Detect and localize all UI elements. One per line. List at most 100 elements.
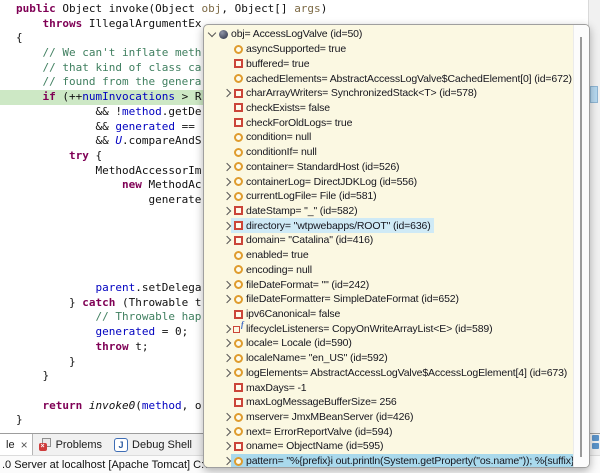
variable-label: encoding= null <box>245 264 315 276</box>
variable-inspection-popup: obj= AccessLogValve (id=50) asyncSupporte… <box>203 24 590 468</box>
variable-row[interactable]: charArrayWriters= SynchronizedStack<T> (… <box>204 86 573 101</box>
chevron-right-icon[interactable] <box>222 280 230 288</box>
protected-field-icon <box>234 295 243 304</box>
expand-area <box>222 296 231 302</box>
variable-row[interactable]: asyncSupported= true <box>204 42 573 57</box>
java-console-icon <box>114 438 128 452</box>
private-field-icon <box>234 89 243 98</box>
chevron-right-icon[interactable] <box>222 428 230 436</box>
tab-label: Problems <box>56 439 102 451</box>
close-icon[interactable]: × <box>21 438 28 452</box>
tab-label: Debug Shell <box>132 439 192 451</box>
chevron-right-icon[interactable] <box>222 89 230 97</box>
chevron-right-icon[interactable] <box>222 324 230 332</box>
minimized-view-marks[interactable] <box>592 435 599 449</box>
protected-field-icon <box>234 192 243 201</box>
variable-row[interactable]: currentLogFile= File (id=581) <box>204 189 573 204</box>
variable-row[interactable]: obj= AccessLogValve (id=50) <box>204 27 573 42</box>
protected-field-icon <box>234 413 243 422</box>
tab-debug-shell[interactable]: Debug Shell <box>108 434 198 455</box>
private-field-icon <box>234 236 243 245</box>
variable-row[interactable]: buffered= true <box>204 56 573 71</box>
variable-row[interactable]: conditionIf= null <box>204 145 573 160</box>
variable-row[interactable]: maxDays= -1 <box>204 380 573 395</box>
scrollbar-thumb[interactable] <box>580 37 582 457</box>
variable-label: checkExists= false <box>245 102 333 114</box>
variable-row[interactable]: localeName= "en_US" (id=592) <box>204 351 573 366</box>
variable-label: directory= "wtpwebapps/ROOT" (id=636) <box>245 220 434 232</box>
expand-area <box>222 179 231 185</box>
variable-label: logElements= AbstractAccessLogValve$Acce… <box>245 367 570 379</box>
chevron-right-icon[interactable] <box>222 354 230 362</box>
variable-row[interactable]: enabled= true <box>204 248 573 263</box>
expand-area <box>222 355 231 361</box>
minimized-view-icon[interactable] <box>592 443 599 449</box>
popup-scrollbar[interactable] <box>573 25 589 467</box>
variable-row[interactable]: oname= ObjectName (id=595) <box>204 439 573 454</box>
occurrence-marker[interactable] <box>590 86 598 103</box>
variable-label: fileDateFormat= "" (id=242) <box>245 279 372 291</box>
variable-row[interactable]: ipv6Canonical= false <box>204 307 573 322</box>
variable-label: charArrayWriters= SynchronizedStack<T> (… <box>245 87 480 99</box>
expand-area <box>207 32 216 36</box>
variable-row[interactable]: mserver= JmxMBeanServer (id=426) <box>204 410 573 425</box>
chevron-right-icon[interactable] <box>222 339 230 347</box>
expand-area <box>222 340 231 346</box>
private-field-icon <box>234 310 243 319</box>
chevron-right-icon[interactable] <box>222 207 230 215</box>
variable-row[interactable]: locale= Locale (id=590) <box>204 336 573 351</box>
variable-row[interactable]: next= ErrorReportValve (id=594) <box>204 424 573 439</box>
variable-row[interactable]: fileDateFormatter= SimpleDateFormat (id=… <box>204 292 573 307</box>
variable-label: domain= "Catalina" (id=416) <box>245 234 376 246</box>
variable-row[interactable]: dateStamp= "_" (id=582) <box>204 204 573 219</box>
chevron-right-icon[interactable] <box>222 236 230 244</box>
variable-label: obj= AccessLogValve (id=50) <box>230 28 365 40</box>
variable-row[interactable]: checkExists= false <box>204 101 573 116</box>
variable-label: cachedElements= AbstractAccessLogValve$C… <box>245 73 573 85</box>
chevron-right-icon[interactable] <box>222 457 230 465</box>
chevron-down-icon[interactable] <box>207 29 215 37</box>
tab-problems[interactable]: Problems <box>33 434 108 455</box>
variable-row[interactable]: containerLog= DirectJDKLog (id=556) <box>204 174 573 189</box>
variable-row[interactable]: container= StandardHost (id=526) <box>204 159 573 174</box>
variable-row[interactable]: pattern= "%{prefix}i out.println(System.… <box>204 454 573 467</box>
variable-row[interactable]: logElements= AbstractAccessLogValve$Acce… <box>204 366 573 381</box>
minimized-view-icon[interactable] <box>592 435 599 441</box>
protected-field-icon <box>234 148 243 157</box>
local-variable-icon <box>219 30 228 39</box>
variable-row[interactable]: condition= null <box>204 130 573 145</box>
chevron-right-icon[interactable] <box>222 192 230 200</box>
variable-row[interactable]: fileDateFormat= "" (id=242) <box>204 277 573 292</box>
chevron-right-icon[interactable] <box>222 413 230 421</box>
variable-label: container= StandardHost (id=526) <box>245 161 402 173</box>
variable-row[interactable]: checkForOldLogs= true <box>204 115 573 130</box>
variable-label: locale= Locale (id=590) <box>245 337 355 349</box>
variable-row[interactable]: maxLogMessageBufferSize= 256 <box>204 395 573 410</box>
private-field-icon <box>234 221 243 230</box>
chevron-right-icon[interactable] <box>222 295 230 303</box>
variable-label: currentLogFile= File (id=581) <box>245 190 379 202</box>
variable-label: maxDays= -1 <box>245 382 310 394</box>
variable-row[interactable]: cachedElements= AbstractAccessLogValve$C… <box>204 71 573 86</box>
chevron-right-icon[interactable] <box>222 221 230 229</box>
variable-row[interactable]: domain= "Catalina" (id=416) <box>204 233 573 248</box>
private-field-icon <box>234 442 243 451</box>
private-field-icon <box>234 103 243 112</box>
chevron-right-icon[interactable] <box>222 163 230 171</box>
expand-area <box>222 443 231 449</box>
chevron-right-icon[interactable] <box>222 177 230 185</box>
variable-label: fileDateFormatter= SimpleDateFormat (id=… <box>245 293 462 305</box>
variable-row[interactable]: encoding= null <box>204 263 573 278</box>
code-line: public Object invoke(Object obj, Object[… <box>16 2 588 17</box>
variable-row[interactable]: directory= "wtpwebapps/ROOT" (id=636) <box>204 218 573 233</box>
protected-field-icon <box>234 133 243 142</box>
protected-field-icon <box>234 74 243 83</box>
variable-label: dateStamp= "_" (id=582) <box>245 205 360 217</box>
tab-le[interactable]: le× <box>0 434 33 455</box>
variable-row[interactable]: lifecycleListeners= CopyOnWriteArrayList… <box>204 321 573 336</box>
chevron-right-icon[interactable] <box>222 442 230 450</box>
protected-field-icon <box>234 177 243 186</box>
protected-field-icon <box>234 339 243 348</box>
chevron-right-icon[interactable] <box>222 369 230 377</box>
variable-label: buffered= true <box>245 58 312 70</box>
